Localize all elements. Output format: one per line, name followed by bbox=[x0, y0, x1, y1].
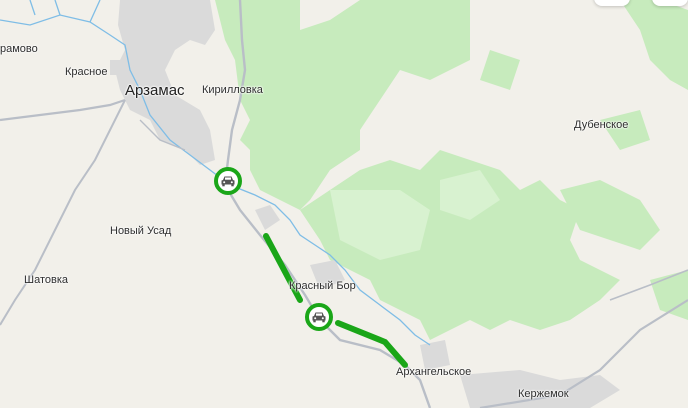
traffic-camera-marker[interactable] bbox=[214, 167, 242, 195]
place-label-kerzhemok: Кержемок bbox=[518, 388, 569, 400]
map-canvas[interactable] bbox=[0, 0, 688, 408]
map-view[interactable]: рамово Красное Арзамас Кирилловка Дубенс… bbox=[0, 0, 688, 408]
forest-areas bbox=[215, 0, 688, 340]
place-label-krasny-bor: Красный Бор bbox=[289, 280, 356, 292]
place-label-kirillovka: Кирилловка bbox=[202, 84, 263, 96]
map-control-button[interactable] bbox=[652, 0, 688, 6]
car-icon bbox=[221, 176, 235, 187]
map-control-button[interactable] bbox=[594, 0, 630, 6]
place-label-krasnoe: Красное bbox=[65, 66, 108, 78]
place-label-dubenskoe: Дубенское bbox=[574, 119, 629, 131]
place-label-shatovka: Шатовка bbox=[24, 274, 69, 286]
place-label-arzamas: Арзамас bbox=[125, 82, 185, 99]
place-label-novy-usad: Новый Усад bbox=[110, 225, 172, 237]
place-label-aramovo: рамово bbox=[0, 43, 38, 55]
place-label-arkhangelskoe: Архангельское bbox=[396, 366, 472, 378]
traffic-camera-marker[interactable] bbox=[305, 303, 333, 331]
car-icon bbox=[312, 312, 326, 323]
